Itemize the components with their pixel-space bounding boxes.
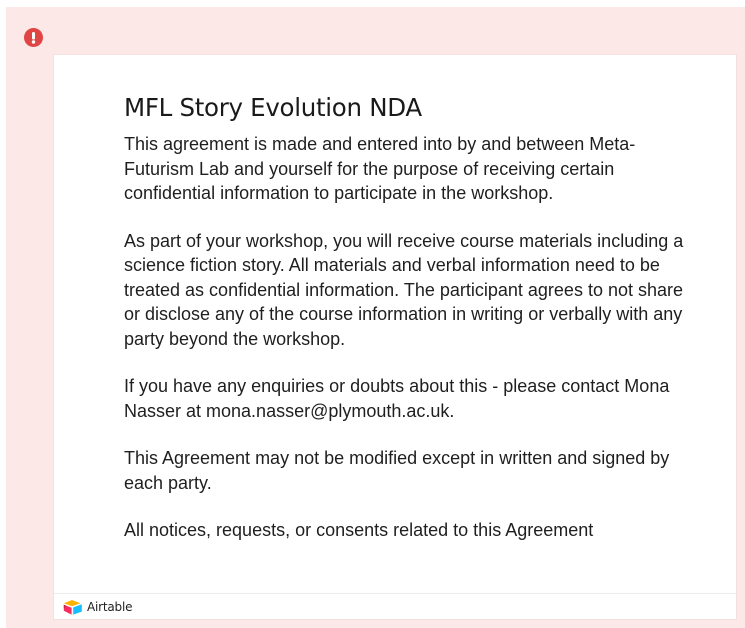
form-paragraph: If you have any enquiries or doubts abou… bbox=[124, 376, 670, 421]
form-scroll-area[interactable]: MFL Story Evolution NDA This agreement i… bbox=[54, 55, 736, 593]
airtable-brand-link[interactable]: Airtable bbox=[87, 600, 132, 614]
form-content: MFL Story Evolution NDA This agreement i… bbox=[124, 92, 684, 543]
airtable-logo-icon[interactable] bbox=[63, 599, 83, 615]
form-paragraph: This Agreement may not be modified excep… bbox=[124, 448, 670, 493]
form-paragraph: All notices, requests, or consents relat… bbox=[124, 520, 594, 540]
form-card: MFL Story Evolution NDA This agreement i… bbox=[54, 55, 736, 619]
form-paragraph: As part of your workshop, you will recei… bbox=[124, 230, 684, 349]
form-footer: Airtable bbox=[54, 593, 736, 619]
alert-circle-icon bbox=[24, 28, 43, 47]
form-title: MFL Story Evolution NDA bbox=[124, 93, 422, 122]
form-paragraph: This agreement is made and entered into … bbox=[124, 134, 636, 203]
